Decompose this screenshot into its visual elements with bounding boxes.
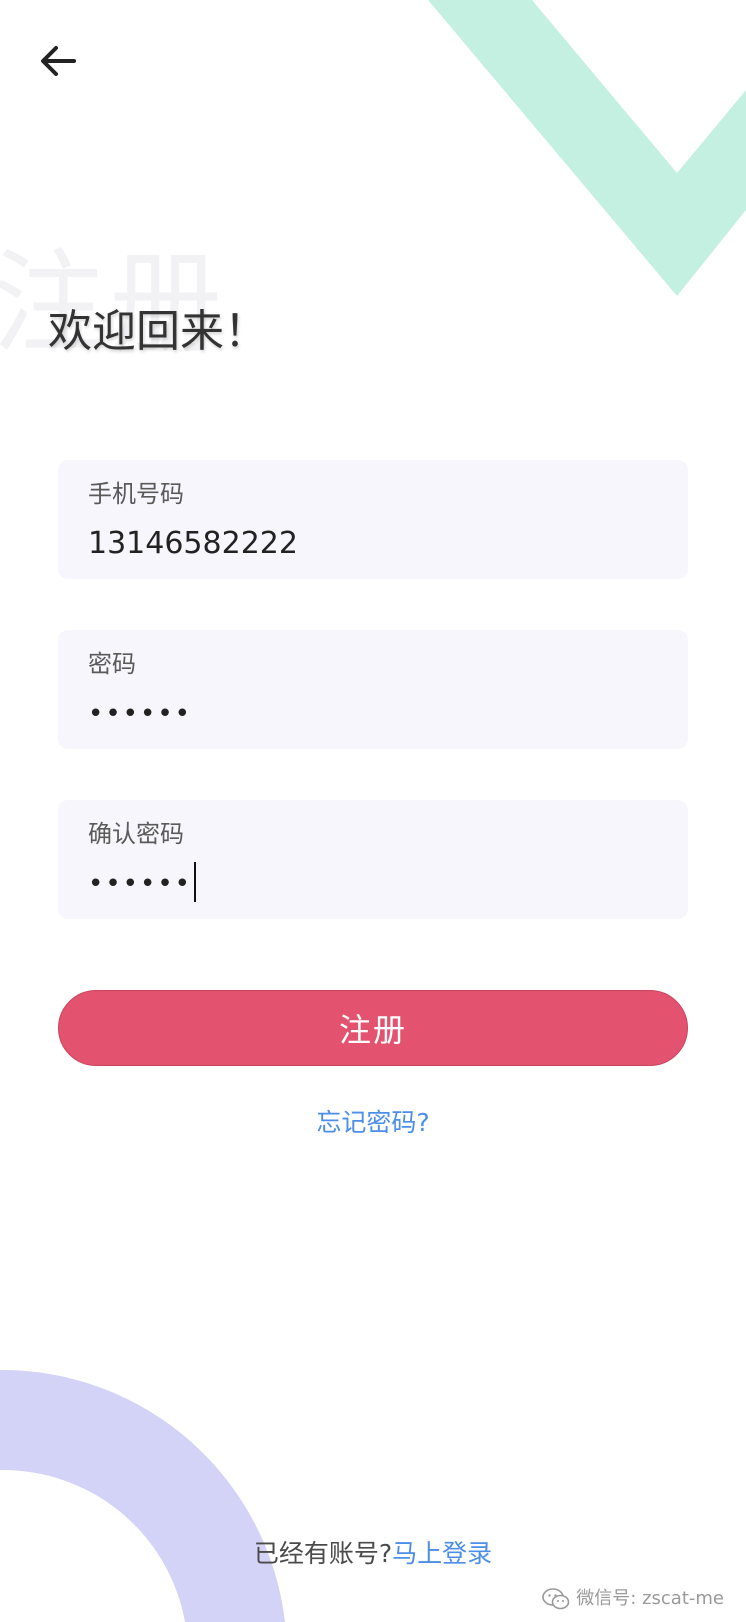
page-title: 欢迎回来！ — [48, 306, 268, 357]
decorative-ring-shape — [0, 1370, 285, 1622]
confirm-password-input[interactable]: •••••• — [88, 869, 192, 899]
password-field[interactable]: 密码 •••••• — [58, 630, 688, 749]
footer-prompt-text: 已经有账号? — [253, 1539, 393, 1568]
password-input[interactable]: •••••• — [88, 694, 658, 734]
register-page: 注册 欢迎回来！ 手机号码 13146582222 密码 •••••• 确认密码… — [0, 0, 746, 1622]
password-field-label: 密码 — [88, 650, 136, 678]
confirm-password-input-wrapper[interactable]: •••••• — [88, 861, 658, 904]
forgot-password-link[interactable]: 忘记密码? — [0, 1105, 746, 1141]
wechat-icon — [542, 1588, 570, 1610]
confirm-password-field[interactable]: 确认密码 •••••• — [58, 800, 688, 919]
phone-input[interactable]: 13146582222 — [88, 524, 658, 564]
register-button[interactable]: 注册 — [58, 990, 688, 1066]
phone-field-label: 手机号码 — [88, 480, 184, 508]
confirm-password-field-label: 确认密码 — [88, 820, 184, 848]
back-button[interactable] — [30, 36, 86, 86]
login-link[interactable]: 马上登录 — [392, 1539, 492, 1568]
wechat-watermark-text: 微信号: zscat-me — [576, 1588, 724, 1609]
phone-field[interactable]: 手机号码 13146582222 — [58, 460, 688, 579]
arrow-left-icon — [41, 46, 76, 76]
wechat-watermark: 微信号: zscat-me — [542, 1587, 724, 1611]
footer-login-prompt: 已经有账号?马上登录 — [0, 1536, 746, 1572]
text-caret — [194, 861, 197, 902]
